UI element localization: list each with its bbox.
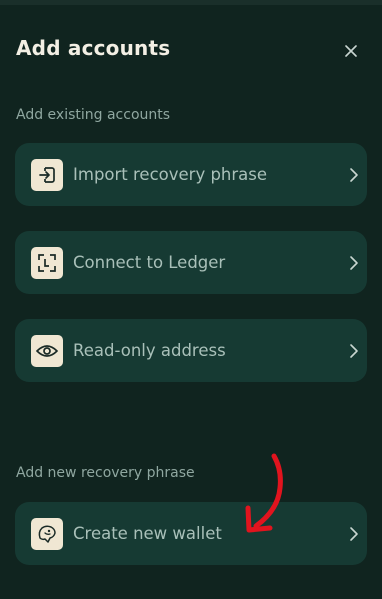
chevron-right-icon — [350, 527, 358, 541]
chevron-right-icon — [350, 344, 358, 358]
top-edge — [0, 0, 382, 5]
option-label-ledger: Connect to Ledger — [73, 253, 226, 272]
read-only-address-option[interactable]: Read-only address — [15, 319, 367, 382]
chevron-right-icon — [350, 256, 358, 270]
option-label-import: Import recovery phrase — [73, 165, 268, 184]
create-new-wallet-option[interactable]: Create new wallet — [15, 502, 367, 565]
add-accounts-panel: Add accounts Add existing accounts Impor… — [0, 0, 382, 599]
section-label-existing: Add existing accounts — [16, 107, 171, 123]
close-icon — [345, 45, 357, 57]
import-recovery-phrase-option[interactable]: Import recovery phrase — [15, 143, 367, 206]
connect-ledger-option[interactable]: Connect to Ledger — [15, 231, 367, 294]
option-label-create-wallet: Create new wallet — [73, 524, 222, 543]
eye-icon — [31, 335, 63, 367]
panel-title: Add accounts — [16, 36, 171, 60]
import-icon — [31, 159, 63, 191]
section-label-new: Add new recovery phrase — [16, 465, 195, 481]
chevron-right-icon — [350, 168, 358, 182]
close-button[interactable] — [340, 40, 362, 62]
wallet-creature-icon — [31, 518, 63, 550]
option-label-read-only: Read-only address — [73, 341, 226, 360]
ledger-icon — [31, 247, 63, 279]
